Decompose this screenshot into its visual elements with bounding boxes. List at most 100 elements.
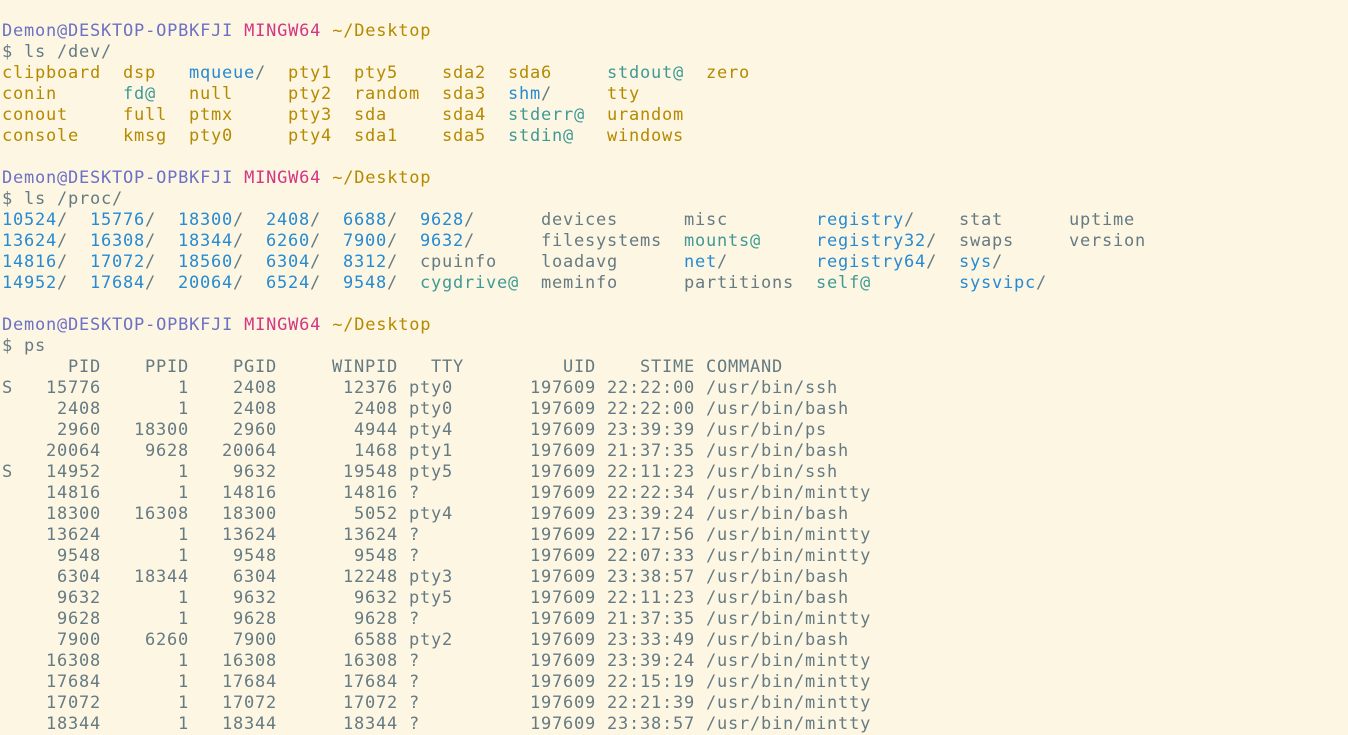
ps-cell-command: /usr/bin/mintty [706,525,872,545]
directory-slash: / [145,273,157,293]
listing-entry-directory: 14816/ [2,252,68,273]
ps-cell-winpid: 9548 [353,546,398,566]
ps-cell-command: /usr/bin/bash [706,567,850,587]
listing-entry-directory: registry32/ [816,231,937,252]
listing-entry-directory: 18560/ [178,252,244,273]
listing-entry-directory: 16308/ [90,231,156,252]
ps-cell-pid: 17072 [45,693,101,713]
entry-name: mounts@ [684,231,762,251]
ps-cell-pgid: 6304 [232,567,277,587]
ps-cell-stime: 22:21:39 [606,693,695,713]
ps-cell-stime: 22:22:00 [606,378,695,398]
listing-entry-device: kmsg [123,126,167,147]
terminal-window[interactable]: Demon@DESKTOP-OPBKFJI MINGW64 ~/Desktop $… [0,0,1348,734]
ps-cell-pgid: 13624 [221,525,277,545]
directory-slash: / [310,210,322,230]
ps-cell-pgid: 7900 [232,630,277,650]
ps-header-stime: STIME [639,357,695,377]
entry-name: full [123,105,168,125]
entry-name: 9548 [343,273,388,293]
directory-slash: / [387,231,399,251]
ps-cell-stime: 21:37:35 [606,441,695,461]
directory-slash: / [57,231,69,251]
ps-cell-uid: 197609 [529,546,596,566]
ps-cell-pgid: 17072 [221,693,277,713]
listing-entry-directory: shm/ [508,84,552,105]
entry-name: meminfo [541,273,619,293]
entry-name: registry [816,210,905,230]
ps-cell-stime: 23:38:57 [606,714,695,734]
listing-row: 14816/17072/18560/6304/8312/cpuinfo loada… [2,252,1348,273]
entry-name: sda1 [354,126,399,146]
entry-name: 9628 [420,210,465,230]
listing-entry-symlink: fd@ [123,84,156,105]
ps-header-command: COMMAND [706,357,784,377]
entry-name: devices [541,210,619,230]
ps-cell-ppid: 6260 [144,630,189,650]
ps-cell-tty: ? [409,651,421,671]
ps-cell-winpid: 9632 [353,588,398,608]
ps-cell-pid: 9632 [56,588,101,608]
ps-cell-tty: ? [409,714,421,734]
ps-cell-tty: ? [409,483,421,503]
prompt-user-host: Demon@DESKTOP-OPBKFJI [2,168,234,188]
entry-name: swaps [959,231,1015,251]
ps-row: 9548 1 9548 9548? 197609 22:07:33/usr/bin/min… [2,546,1348,567]
ps-cell-command: /usr/bin/bash [706,588,850,608]
command-text: $ ps [2,336,47,356]
listing-entry-directory: mqueue/ [189,63,266,84]
directory-slash: / [57,273,69,293]
listing-entry-device: tty [607,84,640,105]
prompt-system: MINGW64 [244,168,322,188]
ps-cell-uid: 197609 [529,483,596,503]
ps-cell-winpid: 12248 [342,567,398,587]
entry-name: 10524 [2,210,58,230]
ps-row: 17684 1 17684 17684? 197609 22:15:19/usr/bin/… [2,672,1348,693]
ps-cell-pid: 9548 [56,546,101,566]
listing-row: console kmsg pty0 pty4 sda1 sda5 stdin@ windows [2,126,1348,147]
listing-row: 10524/15776/18300/2408/6688/9628/devices… [2,210,1348,231]
listing-entry-device: dsp [123,63,156,84]
ps-cell-tty: ? [409,525,421,545]
entry-name: dsp [123,63,157,83]
ps-cell-command: /usr/bin/mintty [706,693,872,713]
ps-cell-tty: ? [409,609,421,629]
ps-cell-status: S [2,462,14,482]
ps-cell-winpid: 19548 [342,462,398,482]
entry-name: 7900 [343,231,388,251]
prompt-line: Demon@DESKTOP-OPBKFJI MINGW64 ~/Desktop [2,21,1348,42]
ps-cell-command: /usr/bin/mintty [706,483,872,503]
entry-name: windows [607,126,685,146]
prompt-cwd: ~/Desktop [332,21,432,41]
ps-cell-stime: 23:39:39 [606,420,695,440]
entry-name: sys [959,252,993,272]
listing-entry-device: conin [2,84,57,105]
entry-name: filesystems [541,231,663,251]
ps-header-winpid: WINPID [331,357,398,377]
listing-entry-device: random [354,84,420,105]
ps-cell-pgid: 9548 [232,546,277,566]
entry-name: 17684 [90,273,146,293]
entry-name: 14816 [2,252,58,272]
ps-cell-uid: 197609 [529,714,596,734]
ps-header: PID PPID PGID WINPID TTY UID STIME COMMAND [2,357,1348,378]
directory-slash: / [387,210,399,230]
listing-entry-file: uptime [1069,210,1135,231]
listing-entry-symlink: stdin@ [508,126,574,147]
entry-name: 15776 [90,210,146,230]
ps-cell-tty: pty5 [409,462,454,482]
entry-name: sda4 [442,105,487,125]
directory-slash: / [310,231,322,251]
ps-cell-uid: 197609 [529,672,596,692]
listing-entry-directory: 10524/ [2,210,68,231]
directory-slash: / [233,273,245,293]
listing-entry-device: pty1 [288,63,332,84]
entry-name: 18560 [178,252,234,272]
ps-cell-pid: 9628 [56,609,101,629]
ps-cell-pgid: 2408 [232,399,277,419]
listing-entry-file: devices [541,210,618,231]
entry-name: self@ [816,273,872,293]
ps-cell-winpid: 17072 [342,693,398,713]
